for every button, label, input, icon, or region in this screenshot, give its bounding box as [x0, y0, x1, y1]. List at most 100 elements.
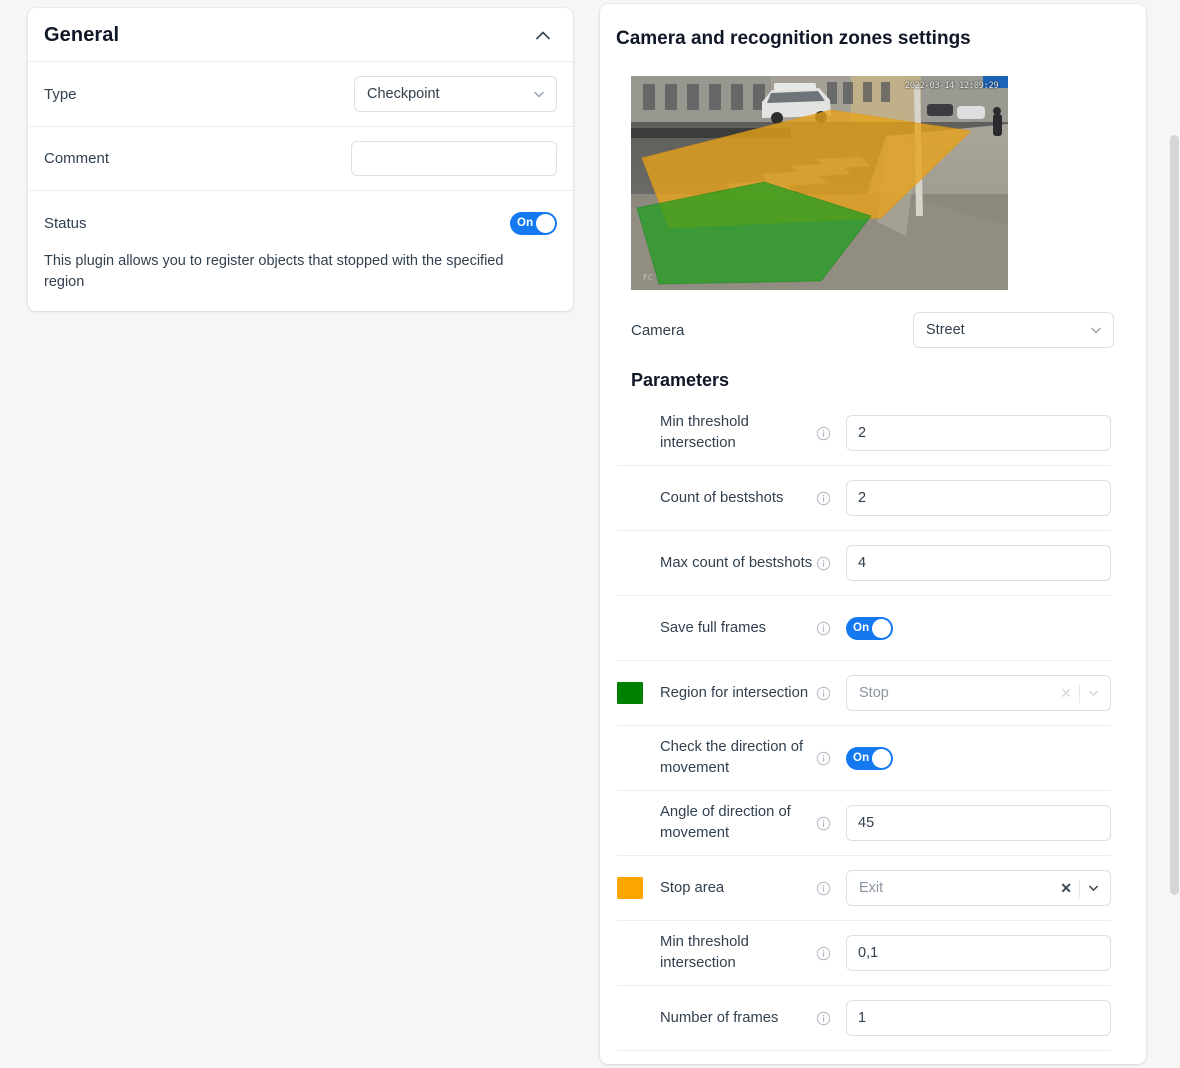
parameter-swatch-cell [617, 877, 660, 899]
page-scrollbar-thumb[interactable] [1170, 135, 1179, 895]
zone-color-swatch [617, 682, 643, 704]
camera-watermark: FC [643, 273, 653, 282]
parameter-info-cell [816, 556, 846, 571]
info-icon[interactable] [816, 816, 831, 831]
info-icon[interactable] [816, 946, 831, 961]
type-row: Type Checkpoint [28, 62, 573, 127]
chevron-down-icon [531, 86, 547, 102]
info-icon[interactable] [816, 751, 831, 766]
comment-row: Comment [28, 127, 573, 191]
status-label: Status [44, 214, 87, 232]
general-panel: General Type Checkpoint Comment Status O… [28, 8, 573, 312]
camera-panel-title: Camera and recognition zones settings [616, 28, 971, 49]
parameter-row: Save full frames On [617, 596, 1111, 661]
type-select-value: Checkpoint [367, 86, 440, 102]
info-icon[interactable] [816, 426, 831, 441]
parameter-row: Count of bestshots [617, 466, 1111, 531]
parameter-info-cell [816, 751, 846, 766]
chevron-up-icon[interactable] [533, 26, 553, 46]
parameter-select-value: Exit [859, 880, 884, 896]
parameter-toggle-label: On [853, 752, 870, 764]
general-panel-header[interactable]: General [28, 8, 573, 62]
parameter-info-cell [816, 1011, 846, 1026]
status-toggle[interactable]: On [510, 211, 557, 235]
comment-input[interactable] [351, 141, 557, 176]
parameter-label: Count of bestshots [660, 489, 784, 506]
select-divider [1079, 880, 1080, 898]
toggle-knob [872, 748, 891, 768]
camera-preview[interactable]: 2022-03-14 12:09:29 FC [631, 76, 1008, 290]
page-scrollbar-track[interactable] [1168, 0, 1180, 1068]
parameter-info-cell [816, 426, 846, 441]
plugin-description-row: This plugin allows you to register objec… [28, 245, 573, 311]
toggle-knob [536, 213, 555, 233]
parameter-input[interactable] [846, 1000, 1111, 1036]
parameter-select[interactable]: Stop ✕ [846, 675, 1111, 711]
camera-row: Camera Street [631, 312, 1114, 348]
clear-icon[interactable]: ✕ [1060, 686, 1072, 700]
parameter-input[interactable] [846, 545, 1111, 581]
toggle-knob [872, 618, 891, 638]
parameter-label: Angle of direction of movement [660, 804, 791, 841]
comment-label: Comment [44, 150, 110, 167]
parameter-toggle-cell: On [846, 746, 893, 770]
info-icon[interactable] [816, 1011, 831, 1026]
status-toggle-label: On [517, 217, 534, 229]
parameter-row: Angle of direction of movement [617, 791, 1111, 856]
parameter-input[interactable] [846, 935, 1111, 971]
camera-zones-panel: Camera and recognition zones settings 20… [600, 4, 1146, 1064]
parameter-toggle-cell: On [846, 616, 893, 640]
parameter-info-cell [816, 946, 846, 961]
select-divider [1079, 685, 1080, 703]
info-icon[interactable] [816, 881, 831, 896]
parameter-label: Max count of bestshots [660, 554, 813, 571]
parameter-label: Save full frames [660, 619, 767, 636]
parameter-select[interactable]: Exit ✕ [846, 870, 1111, 906]
parameters-list: Min threshold intersection Count of bests… [600, 401, 1146, 1051]
chevron-down-icon[interactable] [1086, 686, 1101, 701]
parameter-label: Min threshold intersection [660, 414, 749, 451]
parameters-title: Parameters [631, 370, 730, 390]
parameter-row: Min threshold intersection [617, 921, 1111, 986]
camera-preview-image [631, 76, 1008, 290]
plugin-description: This plugin allows you to register objec… [44, 253, 504, 291]
parameter-row: Check the direction of movement On [617, 726, 1111, 791]
parameter-select-value: Stop [859, 685, 889, 701]
camera-select[interactable]: Street [913, 312, 1114, 348]
parameter-info-cell [816, 881, 846, 896]
parameter-label: Min threshold intersection [660, 934, 749, 971]
clear-icon[interactable]: ✕ [1060, 881, 1072, 895]
parameter-label: Region for intersection [660, 684, 809, 701]
parameter-input[interactable] [846, 480, 1111, 516]
parameter-row: Min threshold intersection [617, 401, 1111, 466]
parameter-row: Max count of bestshots [617, 531, 1111, 596]
parameter-toggle[interactable]: On [846, 746, 893, 770]
parameter-toggle-label: On [853, 622, 870, 634]
parameter-info-cell [816, 621, 846, 636]
info-icon[interactable] [816, 491, 831, 506]
parameter-input[interactable] [846, 805, 1111, 841]
camera-label: Camera [631, 321, 685, 339]
type-label: Type [44, 85, 77, 103]
info-icon[interactable] [816, 556, 831, 571]
camera-timestamp: 2022-03-14 12:09:29 [905, 81, 999, 91]
parameter-info-cell [816, 491, 846, 506]
info-icon[interactable] [816, 686, 831, 701]
parameter-label: Stop area [660, 879, 725, 896]
parameter-swatch-cell [617, 682, 660, 704]
chevron-down-icon[interactable] [1086, 881, 1101, 896]
chevron-down-icon [1088, 322, 1104, 338]
parameter-input[interactable] [846, 415, 1111, 451]
parameter-info-cell [816, 816, 846, 831]
settings-page: General Type Checkpoint Comment Status O… [0, 0, 1180, 1068]
type-select[interactable]: Checkpoint [354, 76, 557, 112]
status-row: Status On [28, 191, 573, 245]
info-icon[interactable] [816, 621, 831, 636]
parameter-row: Number of frames [617, 986, 1111, 1051]
general-panel-title: General [44, 24, 120, 46]
parameter-label: Number of frames [660, 1009, 779, 1026]
parameter-label: Check the direction of movement [660, 739, 804, 776]
zone-color-swatch [617, 877, 643, 899]
parameter-toggle[interactable]: On [846, 616, 893, 640]
camera-select-value: Street [926, 322, 965, 338]
